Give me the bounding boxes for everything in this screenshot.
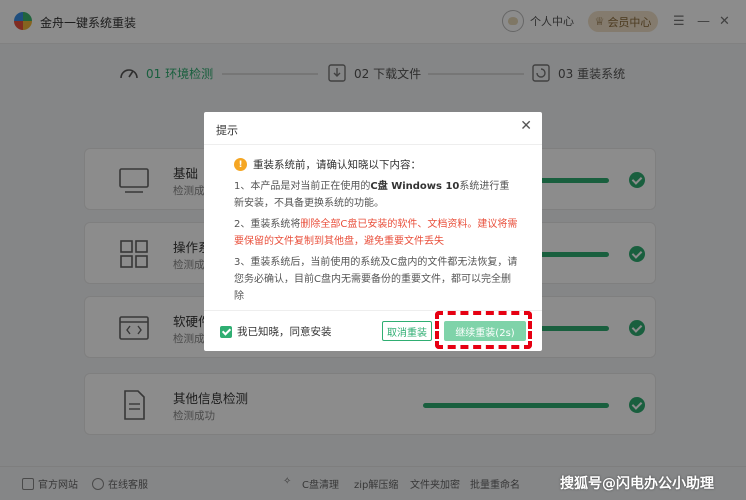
checkbox-checked-icon: [220, 325, 232, 338]
notice-1-text: 1、本产品是对当前正在使用的: [234, 181, 371, 192]
dialog-title: 提示: [216, 124, 238, 137]
close-icon[interactable]: ✕: [520, 118, 532, 134]
app-window: 金舟一键系统重装 个人中心 ♕ 会员中心 ☰ — ✕ 01 环境检测 02 下载…: [0, 0, 746, 500]
notice-item-1: 1、本产品是对当前正在使用的C盘 Windows 10系统进行重新安装，不具备更…: [234, 178, 518, 212]
divider: [204, 144, 542, 145]
dialog-heading-text: 重装系统前，请确认知晓以下内容：: [253, 159, 421, 171]
notice-1-emphasis: C盘 Windows 10: [370, 181, 460, 192]
notice-item-3: 3、重装系统后，当前使用的系统及C盘内的文件都无法恢复，请您务必确认，目前C盘内…: [234, 257, 518, 302]
highlight-box: [435, 311, 532, 349]
agree-label: 我已知晓，同意安装: [237, 326, 332, 338]
warning-icon: !: [234, 158, 247, 171]
dialog-heading: ! 重装系统前，请确认知晓以下内容：: [234, 157, 421, 172]
notice-item-2: 2、重装系统将删除全部C盘已安装的软件、文档资料。建议将需要保留的文件复制到其他…: [234, 216, 518, 250]
cancel-reinstall-button[interactable]: 取消重装: [382, 321, 432, 341]
notice-2-text: 2、重装系统将: [234, 219, 301, 230]
agree-checkbox[interactable]: 我已知晓，同意安装: [220, 324, 332, 339]
watermark: 搜狐号@闪电办公小助理: [560, 476, 714, 492]
